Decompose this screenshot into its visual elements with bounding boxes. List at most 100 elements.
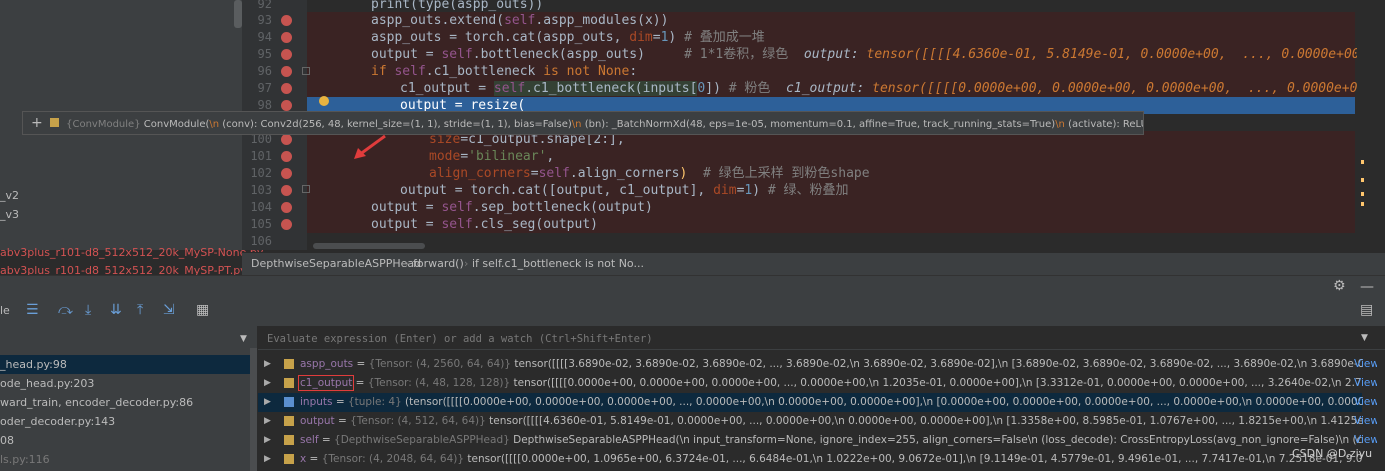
breakpoint-icon[interactable]: [281, 83, 292, 94]
breakpoint-icon[interactable]: [281, 49, 292, 60]
editor-horizontal-scrollbar[interactable]: [313, 243, 425, 249]
step-into-my-code-icon[interactable]: ⇊: [110, 302, 122, 318]
tooltip-newline: \n: [1055, 119, 1065, 130]
code-keyword: is not: [543, 64, 598, 79]
frames-scrollbar[interactable]: [250, 348, 257, 471]
expand-caret-icon[interactable]: ▶: [264, 374, 271, 393]
frame-item[interactable]: oder_decoder.py:143: [0, 412, 250, 431]
variable-row[interactable]: ▶ inputs = {tuple: 4} (tensor([[[[0.0000…: [258, 393, 1362, 412]
variable-type: {DepthwiseSeparableASPPHead}: [334, 434, 510, 446]
code-line: aspp_outs = torch.cat(aspp_outs, dim=1) …: [371, 29, 765, 46]
breadcrumb-method[interactable]: forward(): [413, 253, 464, 275]
view-link[interactable]: View: [1354, 374, 1379, 393]
variable-type: {tuple: 4}: [347, 396, 402, 408]
tooltip-activate: (activate): ReLU(inplace=True)): [1068, 119, 1143, 130]
breakpoint-icon[interactable]: [281, 185, 292, 196]
minimize-icon[interactable]: —: [1360, 279, 1374, 295]
chevron-down-icon[interactable]: ▼: [240, 334, 247, 344]
line-number: 93: [257, 13, 272, 27]
breakpoint-icon[interactable]: [281, 32, 292, 43]
inline-value: tensor([[[[0.0000e+00, 0.0000e+00, 0.000…: [872, 81, 1385, 96]
frame-item[interactable]: _head.py:98: [0, 355, 250, 374]
breadcrumb-class[interactable]: DepthwiseSeparableASPPHead: [251, 253, 421, 275]
project-file[interactable]: _v2: [0, 189, 19, 202]
editor-scroll-markers[interactable]: [1357, 0, 1385, 250]
step-into-icon[interactable]: ⤓: [85, 302, 91, 318]
run-to-cursor-icon[interactable]: ⇲: [163, 302, 175, 318]
expand-caret-icon[interactable]: ▶: [264, 393, 271, 412]
breakpoint-icon[interactable]: [281, 15, 292, 26]
evaluate-expression-icon[interactable]: ▦: [196, 302, 209, 318]
variable-name: aspp_outs: [300, 358, 354, 370]
variable-row[interactable]: ▶ self = {DepthwiseSeparableASPPHead} De…: [258, 431, 1362, 450]
project-scrollbar[interactable]: [234, 0, 242, 28]
line-number: 101: [250, 149, 272, 163]
code-text: ): [752, 183, 761, 198]
expand-caret-icon[interactable]: ▶: [264, 412, 271, 431]
code-kwarg: align_corners: [429, 166, 531, 181]
expand-caret-icon[interactable]: ▶: [264, 431, 271, 450]
expand-caret-icon[interactable]: ▶: [264, 355, 271, 374]
inline-value-name: c1_output:: [786, 81, 865, 96]
breakpoint-icon[interactable]: [281, 100, 292, 111]
variable-name: c1_output: [297, 375, 355, 391]
line-number: 94: [257, 30, 272, 44]
variable-tooltip: + {ConvModule} ConvModule(\n (conv): Con…: [22, 111, 1144, 135]
watermark: CSDN @D.ziyu: [1292, 447, 1373, 460]
variables-scrollbar[interactable]: [1377, 355, 1385, 471]
code-text: ]): [705, 81, 721, 96]
variable-row[interactable]: ▶ aspp_outs = {Tensor: (4, 2560, 64, 64)…: [258, 355, 1362, 374]
view-link[interactable]: View: [1354, 393, 1379, 412]
frames-header: ▼: [0, 326, 257, 354]
layout-icon[interactable]: ▤: [1360, 302, 1373, 318]
expand-icon[interactable]: +: [31, 115, 43, 131]
breakpoint-icon[interactable]: [281, 202, 292, 213]
expand-caret-icon[interactable]: ▶: [264, 450, 271, 469]
variable-name: output: [300, 415, 335, 427]
frame-item[interactable]: ls.py:116: [0, 450, 250, 469]
variable-value: tensor([[[[0.0000e+00, 1.0965e+00, 6.372…: [467, 453, 1362, 465]
line-number: 98: [257, 98, 272, 112]
view-link[interactable]: View: [1354, 355, 1379, 374]
chevron-down-icon[interactable]: ▼: [1361, 333, 1368, 343]
view-link[interactable]: View: [1354, 412, 1379, 431]
variable-row[interactable]: ▶ output = {Tensor: (4, 512, 64, 64)} te…: [258, 412, 1362, 431]
evaluate-input[interactable]: Evaluate expression (Enter) or add a wat…: [258, 328, 1385, 350]
variable-value: tensor([[[[4.6360e-01, 5.8149e-01, 0.000…: [489, 415, 1362, 427]
code-text: .c1_bottleneck: [425, 64, 544, 79]
breakpoint-icon[interactable]: [281, 66, 292, 77]
fold-icon[interactable]: [302, 67, 310, 75]
show-execution-point-icon[interactable]: ☰: [26, 302, 39, 318]
inline-value: tensor([[[[4.6360e-01, 5.8149e-01, 0.000…: [866, 47, 1384, 62]
code-text: .align_corners: [569, 166, 680, 181]
object-icon: [284, 435, 294, 445]
frame-item[interactable]: ode_head.py:203: [0, 374, 250, 393]
frames-tab-label[interactable]: le: [0, 304, 10, 317]
variable-row[interactable]: ▶ c1_output = {Tensor: (4, 48, 128, 128)…: [258, 374, 1362, 393]
project-file[interactable]: abv3plus_r101-d8_512x512_20k_MySP-None.p…: [0, 246, 263, 259]
line-number: 105: [250, 217, 272, 231]
bulb-icon[interactable]: [319, 96, 329, 106]
frame-item[interactable]: ward_train, encoder_decoder.py:86: [0, 393, 250, 412]
code-line: output = self.cls_seg(output): [371, 216, 598, 233]
breakpoint-icon[interactable]: [281, 151, 292, 162]
variable-row[interactable]: ▶ x = {Tensor: (4, 2048, 64, 64)} tensor…: [258, 450, 1362, 469]
code-comment: # 绿色上采样 到粉色shape: [702, 166, 870, 181]
frame-item[interactable]: 08: [0, 431, 250, 450]
breakpoint-icon[interactable]: [281, 219, 292, 230]
variable-value: tensor([[[[0.0000e+00, 0.0000e+00, 0.000…: [513, 377, 1362, 389]
gear-icon[interactable]: ⚙: [1333, 278, 1346, 294]
code-string: 'bilinear': [468, 149, 547, 164]
code-line: aspp_outs.extend(self.aspp_modules(x)): [371, 12, 668, 29]
project-file[interactable]: _v3: [0, 208, 19, 221]
breadcrumb-statement[interactable]: if self.c1_bottleneck is not No...: [472, 253, 644, 275]
step-out-icon[interactable]: ⤒: [137, 302, 143, 318]
breakpoint-icon[interactable]: [281, 134, 292, 145]
line-number: 103: [250, 183, 272, 197]
fold-icon[interactable]: [302, 185, 310, 193]
step-over-icon[interactable]: ⤼: [58, 302, 73, 318]
code-line: output = torch.cat([output, c1_output], …: [400, 183, 849, 198]
tensor-icon: [284, 378, 294, 388]
breakpoint-icon[interactable]: [281, 168, 292, 179]
code-text: .aspp_modules(x)): [535, 13, 669, 28]
